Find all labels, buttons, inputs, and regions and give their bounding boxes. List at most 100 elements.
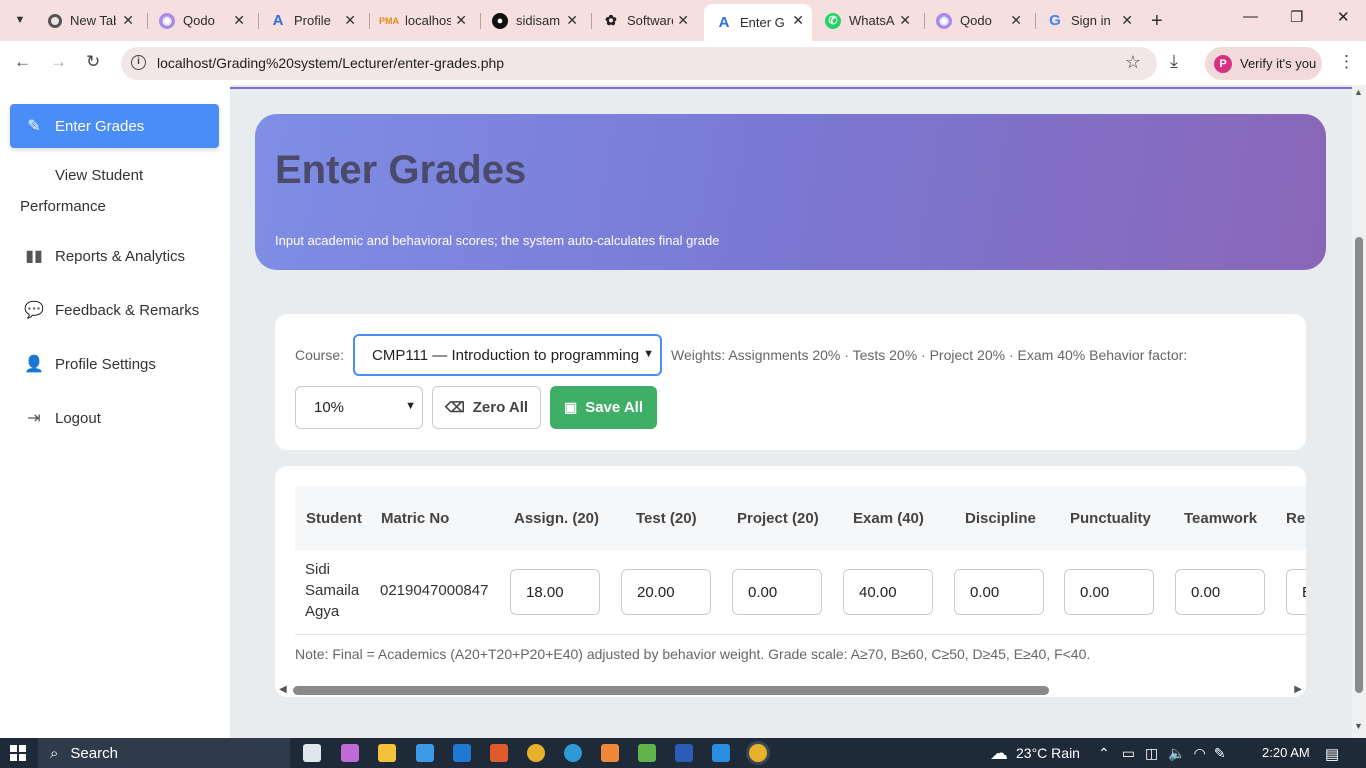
scroll-left-icon[interactable]: ◀ xyxy=(279,684,287,695)
weather-text[interactable]: 23°C Rain xyxy=(1016,745,1080,761)
taskbar-clock[interactable]: 2:20 AM xyxy=(1262,745,1310,760)
chevron-down-icon: ▼ xyxy=(405,400,416,412)
sidebar-item-enter-grades[interactable]: ✎ Enter Grades xyxy=(10,104,219,148)
close-tab-icon[interactable]: ✕ xyxy=(122,12,134,28)
close-tab-icon[interactable]: ✕ xyxy=(792,12,804,28)
tab-enter-grades[interactable]: A Enter G ✕ xyxy=(704,4,812,41)
whatsapp-icon: ✆ xyxy=(825,12,841,29)
wifi-icon[interactable]: ◠ xyxy=(1194,745,1206,762)
tab-sign-in[interactable]: G Sign in ✕ xyxy=(1035,4,1141,37)
assignment-score-input[interactable]: 18.00 xyxy=(510,569,600,615)
close-tab-icon[interactable]: ✕ xyxy=(1010,12,1022,28)
tab-search-icon[interactable]: ▼ xyxy=(8,8,32,32)
save-all-button[interactable]: ▣ Save All xyxy=(550,386,657,429)
course-select[interactable]: CMP111 — Introduction to programming ▼ xyxy=(353,334,662,376)
pen-icon[interactable]: ✎ xyxy=(1214,745,1226,762)
close-window-icon[interactable]: ✕ xyxy=(1337,8,1350,26)
sidebar-item-reports[interactable]: ▮▮ Reports & Analytics xyxy=(10,234,219,278)
scroll-down-icon[interactable]: ▼ xyxy=(1354,721,1363,731)
horizontal-scrollbar[interactable]: ◀ ▶ xyxy=(275,682,1306,697)
back-icon[interactable]: ← xyxy=(14,52,31,72)
edge-icon[interactable] xyxy=(564,744,582,762)
network-icon[interactable]: ◫ xyxy=(1145,745,1158,762)
sidebar-item-view-student-performance[interactable]: View Student xyxy=(55,167,143,184)
download-icon[interactable]: ⤓ xyxy=(1170,51,1178,72)
close-tab-icon[interactable]: ✕ xyxy=(1121,12,1133,28)
vscode-icon[interactable] xyxy=(712,744,730,762)
close-tab-icon[interactable]: ✕ xyxy=(233,12,245,28)
close-tab-icon[interactable]: ✕ xyxy=(344,12,356,28)
sidebar-item-logout[interactable]: ⇥ Logout xyxy=(10,396,219,440)
restore-icon[interactable]: ❐ xyxy=(1290,8,1303,26)
test-score-input[interactable]: 20.00 xyxy=(621,569,711,615)
address-bar[interactable]: i localhost/Grading%20system/Lecturer/en… xyxy=(121,47,1157,80)
tab-whatsapp[interactable]: ✆ WhatsA ✕ xyxy=(813,4,919,37)
sidebar-item-feedback[interactable]: 💬 Feedback & Remarks xyxy=(10,288,219,332)
vertical-scrollbar[interactable]: ▲ ▼ xyxy=(1352,85,1366,738)
qodo-icon: ◉ xyxy=(936,12,952,29)
scrollbar-thumb[interactable] xyxy=(293,686,1049,695)
chevron-up-icon[interactable]: ⌃ xyxy=(1098,745,1110,762)
sidebar-item-profile-settings[interactable]: 👤 Profile Settings xyxy=(10,342,219,386)
taskbar-search[interactable]: ⌕ Search xyxy=(38,738,290,768)
sidebar-item-label: Reports & Analytics xyxy=(55,247,186,265)
project-score-input[interactable]: 0.00 xyxy=(732,569,822,615)
volume-icon[interactable]: 🔈 xyxy=(1168,745,1185,762)
teamwork-score-input[interactable]: 0.00 xyxy=(1175,569,1265,615)
notification-icon[interactable]: ▤ xyxy=(1325,745,1339,763)
windows-start-icon[interactable] xyxy=(10,745,26,761)
browser-tab-bar: ▼ New Tab ✕ ◉ Qodo ✕ A Profile ✕ PMA loc… xyxy=(0,0,1366,41)
weather-icon[interactable]: ☁ xyxy=(990,743,1008,764)
minimize-icon[interactable]: — xyxy=(1243,8,1258,25)
scroll-right-icon[interactable]: ▶ xyxy=(1294,684,1302,695)
mail-icon[interactable] xyxy=(453,744,471,762)
chrome-taskbar-icon[interactable] xyxy=(527,744,545,762)
close-tab-icon[interactable]: ✕ xyxy=(677,12,689,28)
store-icon[interactable] xyxy=(416,744,434,762)
remark-input[interactable]: E xyxy=(1286,569,1306,615)
behavior-factor-select[interactable]: 10% ▼ xyxy=(295,386,423,429)
tab-title: Software xyxy=(627,13,673,28)
app-icon[interactable] xyxy=(638,744,656,762)
close-tab-icon[interactable]: ✕ xyxy=(566,12,578,28)
url-text[interactable]: localhost/Grading%20system/Lecturer/ente… xyxy=(157,55,504,71)
user-cog-icon: 👤 xyxy=(24,356,44,373)
battery-icon[interactable]: ▭ xyxy=(1122,745,1135,762)
firefox-icon[interactable] xyxy=(490,744,508,762)
tab-profile[interactable]: A Profile ✕ xyxy=(258,4,364,37)
tab-new-tab[interactable]: New Tab ✕ xyxy=(36,4,142,37)
search-label: Search xyxy=(70,744,118,762)
browser-menu-icon[interactable]: ⋮ xyxy=(1338,52,1355,72)
sidebar-item-view-student-performance-line2[interactable]: Performance xyxy=(20,198,106,215)
task-view-icon[interactable] xyxy=(303,744,321,762)
course-label: Course: xyxy=(295,347,345,363)
close-tab-icon[interactable]: ✕ xyxy=(455,12,467,28)
phpmyadmin-icon: PMA xyxy=(379,15,399,26)
word-icon[interactable] xyxy=(675,744,693,762)
bookmark-star-icon[interactable]: ☆ xyxy=(1125,52,1141,73)
site-info-icon[interactable]: i xyxy=(131,55,146,70)
weights-text: Weights: Assignments 20% · Tests 20% · P… xyxy=(671,347,1188,363)
file-explorer-icon[interactable] xyxy=(378,744,396,762)
exam-score-input[interactable]: 40.00 xyxy=(843,569,933,615)
chrome-active-icon[interactable] xyxy=(749,744,767,762)
close-tab-icon[interactable]: ✕ xyxy=(899,12,911,28)
reload-icon[interactable]: ↻ xyxy=(86,52,100,72)
copilot-icon[interactable] xyxy=(341,744,359,762)
tab-qodo[interactable]: ◉ Qodo ✕ xyxy=(147,4,253,37)
tab-localhost[interactable]: PMA localhost ✕ xyxy=(369,4,475,37)
tab-qodo-2[interactable]: ◉ Qodo ✕ xyxy=(924,4,1030,37)
scrollbar-thumb[interactable] xyxy=(1355,237,1363,693)
discipline-score-input[interactable]: 0.00 xyxy=(954,569,1044,615)
table-header: Student Matric No Assign. (20) Test (20)… xyxy=(295,486,1306,550)
a-icon: A xyxy=(718,14,730,31)
tab-github[interactable]: ● sidisam ✕ xyxy=(480,4,586,37)
punctuality-score-input[interactable]: 0.00 xyxy=(1064,569,1154,615)
new-tab-button[interactable]: + xyxy=(1151,10,1163,33)
profile-verify-button[interactable]: P Verify it's you xyxy=(1205,47,1322,80)
xampp-icon[interactable] xyxy=(601,744,619,762)
forward-icon[interactable]: → xyxy=(50,52,67,72)
tab-software[interactable]: ✿ Software ✕ xyxy=(591,4,697,37)
scroll-up-icon[interactable]: ▲ xyxy=(1354,87,1363,97)
zero-all-button[interactable]: ⌫ Zero All xyxy=(432,386,541,429)
